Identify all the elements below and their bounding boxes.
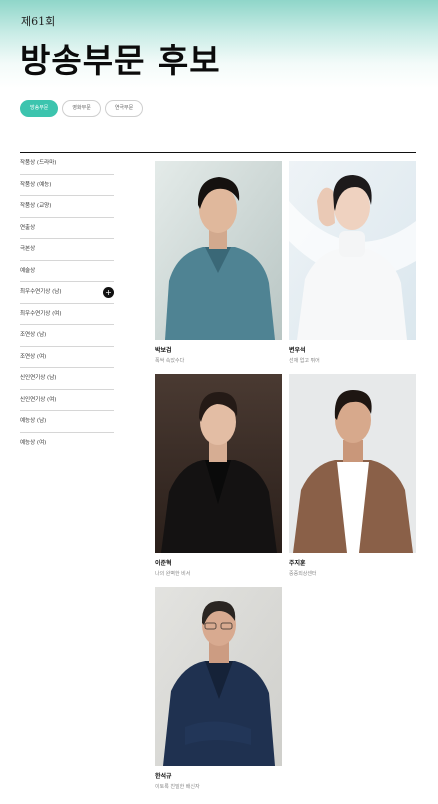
- sidebar-item-new-actress[interactable]: 신인연기상 (여): [20, 390, 114, 411]
- sidebar-item-label: 조연상 (남): [20, 332, 47, 338]
- sidebar-item-label: 작품상 (예능): [20, 181, 52, 188]
- sidebar-item-label: 최우수연기상 (남): [20, 289, 62, 295]
- nominee-card[interactable]: 이준혁 나의 완벽한 비서: [155, 374, 282, 577]
- sidebar-item-documentary-work[interactable]: 작품상 (교양): [20, 196, 114, 218]
- nominee-name: 이준혁: [155, 560, 172, 567]
- active-marker-icon: +: [103, 287, 114, 298]
- nominee-photo: [155, 374, 282, 553]
- nominee-work: 선재 업고 튀어: [289, 358, 320, 364]
- nominee-name: 변우석: [289, 347, 306, 354]
- sidebar-item-entertainment-male[interactable]: 예능상 (남): [20, 411, 114, 433]
- nominee-work: 이토록 친밀한 배신자: [155, 784, 200, 790]
- sidebar-item-label: 작품상 (드라마): [20, 160, 57, 166]
- nominee-photo: [155, 587, 282, 766]
- sidebar-item-supporting-actor[interactable]: 조연상 (남): [20, 325, 114, 347]
- sidebar-item-label: 예술상: [20, 267, 36, 274]
- edition-label: 제61회: [21, 15, 56, 28]
- nominee-name: 한석규: [155, 773, 172, 780]
- nominee-photo: [289, 161, 416, 340]
- sidebar-item-screenplay[interactable]: 극본상: [20, 239, 114, 261]
- sidebar-item-label: 최우수연기상 (여): [20, 310, 62, 317]
- nominee-card[interactable]: 변우석 선재 업고 튀어: [289, 161, 416, 364]
- tab-film[interactable]: 영화부문: [62, 100, 101, 117]
- category-tabs: 방송부문 영화부문 연극부문: [20, 100, 144, 117]
- award-category-list: 작품상 (드라마) 작품상 (예능) 작품상 (교양) 연출상 극본상 예술상 …: [20, 153, 114, 454]
- sidebar-item-label: 신인연기상 (남): [20, 375, 57, 381]
- sidebar-item-label: 연출상: [20, 224, 36, 231]
- sidebar-item-best-actress[interactable]: 최우수연기상 (여): [20, 304, 114, 325]
- sidebar-item-supporting-actress[interactable]: 조연상 (여): [20, 347, 114, 368]
- sidebar-item-label: 예능상 (남): [20, 418, 47, 424]
- nominee-name: 박보검: [155, 347, 172, 354]
- nominee-card[interactable]: 박보검 폭싹 속았수다: [155, 161, 282, 364]
- sidebar-item-drama-work[interactable]: 작품상 (드라마): [20, 153, 114, 175]
- sidebar-item-best-actor[interactable]: 최우수연기상 (남) +: [20, 282, 114, 304]
- tab-theater[interactable]: 연극부문: [104, 100, 144, 117]
- sidebar-item-label: 신인연기상 (여): [20, 396, 57, 403]
- sidebar-item-art[interactable]: 예술상: [20, 261, 114, 282]
- nominee-card[interactable]: 한석규 이토록 친밀한 배신자: [155, 587, 282, 790]
- nominee-name: 주지훈: [289, 560, 306, 567]
- page-title: 방송부문 후보: [20, 41, 221, 80]
- sidebar-item-label: 예능상 (여): [20, 439, 47, 446]
- sidebar-item-entertainment-female[interactable]: 예능상 (여): [20, 433, 114, 455]
- sidebar-item-label: 극본상: [20, 246, 36, 252]
- nominee-work: 폭싹 속았수다: [155, 358, 185, 364]
- sidebar-item-new-actor[interactable]: 신인연기상 (남): [20, 368, 114, 390]
- nominee-work: 나의 완벽한 비서: [155, 571, 191, 577]
- sidebar-item-variety-work[interactable]: 작품상 (예능): [20, 175, 114, 196]
- sidebar-item-label: 작품상 (교양): [20, 203, 52, 209]
- nominee-work: 중증외상센터: [289, 571, 317, 577]
- nominee-photo: [289, 374, 416, 553]
- nominee-photo: [155, 161, 282, 340]
- sidebar-item-directing[interactable]: 연출상: [20, 218, 114, 239]
- tab-broadcast[interactable]: 방송부문: [20, 100, 59, 117]
- nominee-card[interactable]: 주지훈 중증외상센터: [289, 374, 416, 577]
- sidebar-item-label: 조연상 (여): [20, 353, 47, 360]
